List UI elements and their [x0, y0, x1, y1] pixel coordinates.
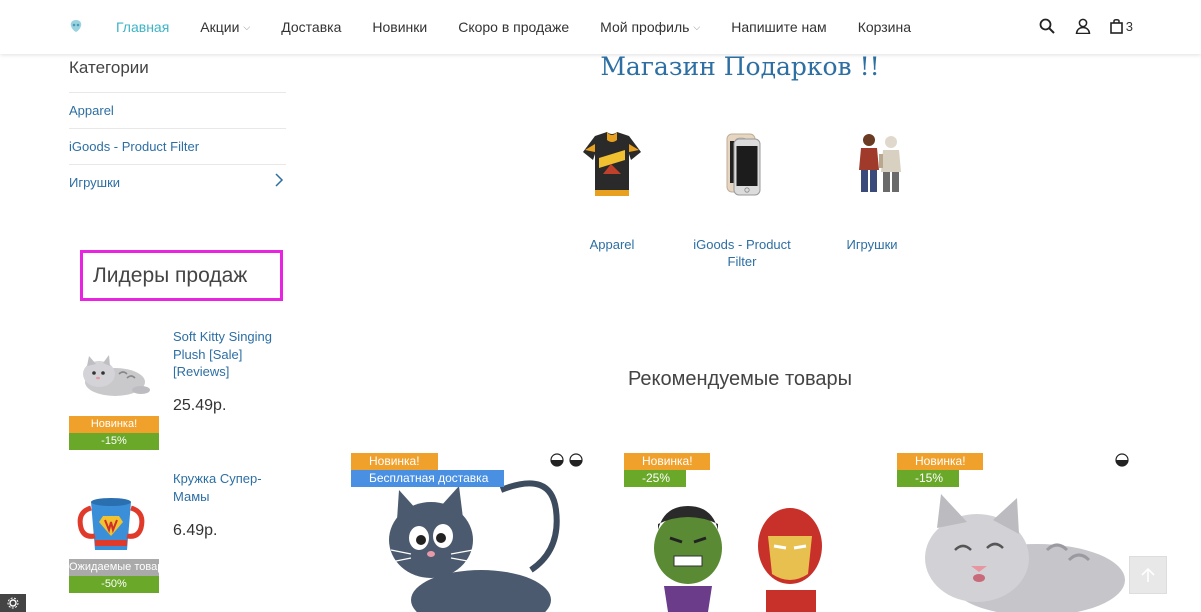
nav-label: Доставка [281, 19, 342, 35]
nav-label: Главная [116, 19, 170, 35]
category-card-label[interactable]: Игрушки [812, 236, 932, 253]
quick-view-icon[interactable] [550, 453, 564, 467]
quick-view-icon[interactable] [569, 453, 583, 467]
cart-button[interactable]: 3 [1110, 17, 1133, 35]
bestseller-item[interactable]: Soft Kitty Singing Plush [Sale] [Reviews… [69, 328, 289, 453]
scroll-to-top-button[interactable] [1129, 556, 1167, 594]
badge-discount: -15% [69, 433, 159, 450]
nav-item-profile[interactable]: Мой профиль ⌵ [600, 19, 700, 35]
gear-icon [7, 597, 19, 609]
nav-item-coming-soon[interactable]: Скоро в продаже [458, 19, 569, 35]
shop-title: Магазин Подарков !! [600, 52, 880, 81]
bestseller-item[interactable]: Кружка Супер-Мамы 6.49р. Ожидаемые товар… [69, 470, 289, 595]
categories-heading: Категории [69, 58, 149, 77]
logo-icon[interactable] [68, 18, 84, 34]
nav-item-cart[interactable]: Корзина [858, 19, 911, 35]
bestsellers-heading: Лидеры продаж [93, 263, 248, 287]
category-label: Apparel [69, 103, 114, 118]
product-title-link[interactable]: Soft Kitty Singing Plush [Sale] [Reviews… [173, 328, 288, 381]
badge-discount: -50% [69, 576, 159, 593]
category-card-igoods[interactable]: iGoods - Product Filter [682, 120, 802, 270]
product-card[interactable]: Новинка! -25% [624, 450, 864, 612]
nav-label: Напишите нам [731, 19, 827, 35]
chevron-down-icon: ⌵ [243, 21, 251, 32]
category-item-igoods[interactable]: iGoods - Product Filter [69, 128, 286, 164]
nav-item-home[interactable]: Главная [116, 19, 169, 35]
badge-new: Новинка! [624, 453, 710, 470]
category-label: Игрушки [69, 175, 121, 190]
nav-item-new[interactable]: Новинки [372, 19, 427, 35]
nav-label: Мой профиль [600, 19, 690, 35]
product-price: 6.49р. [173, 522, 218, 539]
badge-expected: Ожидаемые товары [69, 559, 159, 576]
badge-new: Новинка! [351, 453, 438, 470]
category-image[interactable] [697, 120, 787, 210]
category-image[interactable] [567, 120, 657, 210]
nav-item-delivery[interactable]: Доставка [281, 19, 341, 35]
cart-count: 3 [1125, 18, 1133, 34]
nav-item-contact[interactable]: Напишите нам [731, 19, 826, 35]
site-header: Главная Акции ⌵ Доставка Новинки Скоро в … [0, 0, 1201, 54]
search-icon[interactable] [1038, 17, 1056, 35]
badge-free-shipping: Бесплатная доставка [351, 470, 504, 487]
category-list: Apparel iGoods - Product Filter Игрушки [69, 92, 286, 200]
product-badges: Новинка! -15% [897, 453, 983, 487]
badge-discount: -15% [897, 470, 959, 487]
category-card-label[interactable]: Apparel [552, 236, 672, 253]
chevron-down-icon: ⌵ [693, 21, 701, 32]
main-nav: Главная Акции ⌵ Доставка Новинки Скоро в … [116, 0, 942, 54]
category-card-apparel[interactable]: Apparel [552, 120, 672, 253]
nav-label: Скоро в продаже [458, 19, 570, 35]
nav-label: Корзина [857, 19, 912, 35]
nav-label: Новинки [372, 19, 428, 35]
product-thumbnail[interactable] [69, 488, 159, 558]
arrow-up-icon [1141, 567, 1155, 582]
product-title-link[interactable]: Кружка Супер-Мамы [173, 470, 288, 505]
category-item-toys[interactable]: Игрушки [69, 164, 286, 200]
product-badges: Новинка! -25% [624, 453, 710, 487]
settings-button[interactable] [0, 594, 26, 612]
header-actions: 3 [1038, 17, 1133, 35]
featured-products-heading: Рекомендуемые товары [627, 368, 853, 390]
user-icon[interactable] [1074, 17, 1092, 35]
product-price: 25.49р. [173, 397, 227, 414]
badge-new: Новинка! [897, 453, 983, 470]
nav-label: Акции [200, 19, 240, 35]
quick-view-icon[interactable] [1115, 453, 1129, 467]
product-card[interactable]: Новинка! Бесплатная доставка [351, 450, 591, 612]
product-badges: Новинка! Бесплатная доставка [351, 453, 504, 487]
bag-icon [1110, 17, 1124, 35]
chevron-right-icon[interactable] [274, 173, 284, 192]
category-card-toys[interactable]: Игрушки [812, 120, 932, 253]
badge-discount: -25% [624, 470, 686, 487]
category-image[interactable] [827, 120, 917, 210]
badge-new: Новинка! [69, 416, 159, 433]
product-thumbnail[interactable] [69, 338, 159, 408]
nav-item-sales[interactable]: Акции ⌵ [200, 19, 250, 35]
product-card[interactable]: Новинка! -15% [897, 450, 1137, 612]
bestsellers-heading-box: Лидеры продаж [80, 250, 283, 301]
category-item-apparel[interactable]: Apparel [69, 92, 286, 128]
category-card-label[interactable]: iGoods - Product Filter [682, 236, 802, 270]
category-label: iGoods - Product Filter [69, 139, 200, 154]
